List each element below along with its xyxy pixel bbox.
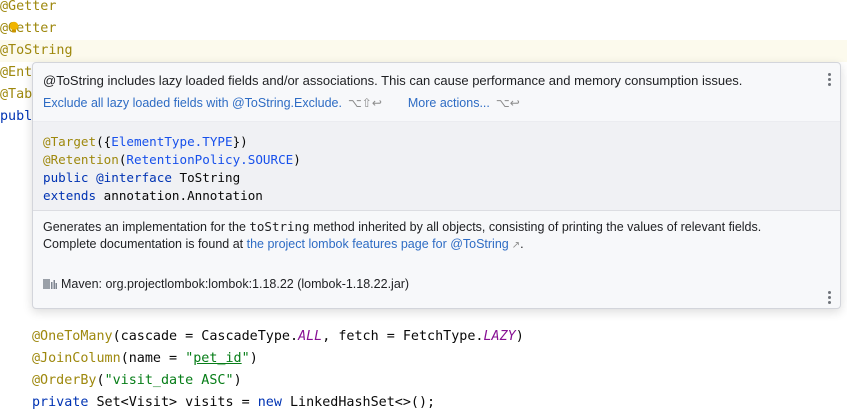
code-line-orderby[interactable]: @OrderBy("visit_date ASC") <box>32 370 242 392</box>
code-line-1[interactable]: @Getter <box>0 0 56 18</box>
library-icon <box>43 279 57 289</box>
code-line-5[interactable]: @Tab <box>0 84 32 106</box>
signature-line-interface: public @interface ToString <box>43 170 241 185</box>
code-line-joincolumn[interactable]: @JoinColumn(name = "pet_id") <box>32 348 258 370</box>
code-line-4[interactable]: @Ent <box>0 62 32 84</box>
signature-line-extends: extends annotation.Annotation <box>43 188 263 203</box>
quick-fix-actions: Exclude all lazy loaded fields with @ToS… <box>43 96 520 110</box>
code-line-visits-field[interactable]: private Set<Visit> visits = new LinkedHa… <box>32 392 435 414</box>
more-options-icon[interactable] <box>826 73 832 87</box>
inspection-popup: @ToString includes lazy loaded fields an… <box>32 62 841 309</box>
documentation-text: Generates an implementation for the toSt… <box>43 219 762 251</box>
more-actions-link[interactable]: More actions... <box>408 96 490 110</box>
documentation-options-icon[interactable] <box>826 291 832 305</box>
library-label: Maven: org.projectlombok:lombok:1.18.22 … <box>61 277 410 291</box>
annotation-signature: @Target({ElementType.TYPE}) @Retention(R… <box>33 122 840 211</box>
library-info: Maven: org.projectlombok:lombok:1.18.22 … <box>43 277 409 291</box>
code-line-3[interactable]: @ToString <box>0 40 73 62</box>
exclude-lazy-fields-action[interactable]: Exclude all lazy loaded fields with @ToS… <box>43 96 342 110</box>
inspection-message: @ToString includes lazy loaded fields an… <box>43 73 743 88</box>
code-line-6[interactable]: publ <box>0 106 32 128</box>
external-link-icon: ↗ <box>511 240 521 251</box>
more-actions-shortcut: ⌥↩ <box>495 96 520 110</box>
lightbulb-icon[interactable] <box>9 21 19 33</box>
signature-line-retention: @Retention(RetentionPolicy.SOURCE) <box>43 152 301 167</box>
code-line-onetomany[interactable]: @OneToMany(cascade = CascadeType.ALL, fe… <box>32 326 524 348</box>
current-line-highlight <box>0 40 847 62</box>
inspection-header: @ToString includes lazy loaded fields an… <box>33 63 840 122</box>
lombok-docs-link[interactable]: the project lombok features page for @To… <box>247 237 509 251</box>
exclude-action-shortcut: ⌥⇧↩ <box>347 96 382 110</box>
signature-line-target: @Target({ElementType.TYPE}) <box>43 134 248 149</box>
